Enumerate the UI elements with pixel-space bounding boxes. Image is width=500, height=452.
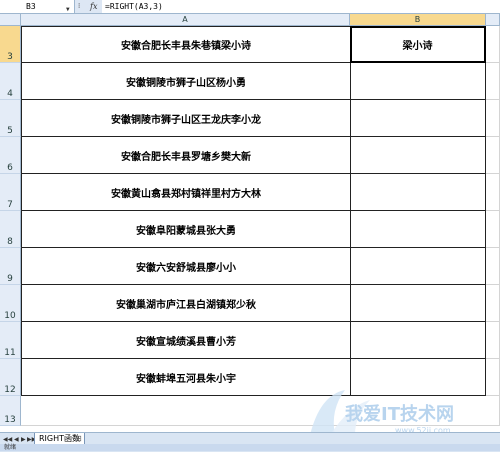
name-box-value: B3 xyxy=(26,2,36,11)
row-number: 10 xyxy=(4,311,16,321)
cell-c[interactable] xyxy=(486,248,500,285)
cell-a[interactable]: 安徽巢湖市庐江县白湖镇郑少秋 xyxy=(21,285,351,322)
row-number: 13 xyxy=(4,415,16,425)
row-number: 11 xyxy=(4,348,16,358)
cell-c[interactable] xyxy=(486,137,500,174)
row-number: 3 xyxy=(7,52,13,62)
formula-bar: B3 ▼ ⁞ fx =RIGHT(A3,3) xyxy=(0,0,500,14)
row-header[interactable]: 12 xyxy=(0,359,21,396)
row-number: 8 xyxy=(7,237,13,247)
name-box[interactable]: B3 ▼ xyxy=(0,0,75,13)
cell-b[interactable] xyxy=(350,359,486,396)
cell-a[interactable]: 安徽蚌埠五河县朱小宇 xyxy=(21,359,351,396)
row-number: 7 xyxy=(7,200,13,210)
row-number: 4 xyxy=(7,89,13,99)
formula-input[interactable]: =RIGHT(A3,3) xyxy=(102,0,500,13)
cell-a[interactable]: 安徽铜陵市狮子山区杨小勇 xyxy=(21,63,351,100)
cell-b[interactable] xyxy=(350,285,486,322)
insert-sheet-icon[interactable]: ⊞ xyxy=(75,434,82,443)
cell-a[interactable]: 安徽六安舒城县廖小小 xyxy=(21,248,351,285)
cell-b[interactable] xyxy=(350,211,486,248)
cell-b[interactable] xyxy=(350,248,486,285)
cell-c[interactable] xyxy=(486,285,500,322)
cell-b[interactable] xyxy=(350,322,486,359)
cell-c[interactable] xyxy=(486,359,500,396)
cell-b[interactable] xyxy=(350,63,486,100)
cell-c[interactable] xyxy=(486,63,500,100)
column-header-b[interactable]: B xyxy=(350,14,486,26)
row-header[interactable]: 4 xyxy=(0,63,21,100)
row-header[interactable]: 8 xyxy=(0,211,21,248)
column-header-c[interactable] xyxy=(486,14,500,26)
cell-c[interactable] xyxy=(486,322,500,359)
cell-a[interactable]: 安徽合肥长丰县朱巷镇梁小诗 xyxy=(21,26,351,63)
cell-b[interactable] xyxy=(350,100,486,137)
row-number: 12 xyxy=(4,385,16,395)
fx-icon[interactable]: fx xyxy=(90,0,97,13)
cell-c[interactable] xyxy=(486,174,500,211)
row-header[interactable]: 10 xyxy=(0,285,21,322)
row-number: 6 xyxy=(7,163,13,173)
row-header[interactable]: 9 xyxy=(0,248,21,285)
formula-controls-icon: ⁞ xyxy=(78,2,81,10)
prev-sheet-icon[interactable]: ◀ xyxy=(14,436,19,443)
cell-a[interactable]: 安徽铜陵市狮子山区王龙庆李小龙 xyxy=(21,100,351,137)
row-header[interactable]: 13 xyxy=(0,396,21,426)
active-cell-b[interactable]: 梁小诗 xyxy=(350,26,486,63)
row-header[interactable]: 6 xyxy=(0,137,21,174)
cell-b[interactable] xyxy=(350,174,486,211)
row-header[interactable]: 3 xyxy=(0,26,21,63)
cell-c[interactable] xyxy=(486,100,500,137)
cell-a[interactable]: 安徽宣城绩溪县曹小芳 xyxy=(21,322,351,359)
row-header[interactable]: 7 xyxy=(0,174,21,211)
row-number: 5 xyxy=(7,126,13,136)
select-all-corner[interactable] xyxy=(0,14,21,26)
row-header[interactable]: 11 xyxy=(0,322,21,359)
row-number: 9 xyxy=(7,274,13,284)
column-header-a[interactable]: A xyxy=(21,14,350,26)
cell-a[interactable]: 安徽合肥长丰县罗塘乡樊大新 xyxy=(21,137,351,174)
next-sheet-icon[interactable]: ▶ xyxy=(21,436,26,443)
first-sheet-icon[interactable]: ◀◀ xyxy=(3,436,12,443)
row-header[interactable]: 5 xyxy=(0,100,21,137)
cell-a[interactable]: 安徽黄山翕县郑村镇祥里村方大林 xyxy=(21,174,351,211)
cell-b[interactable] xyxy=(350,137,486,174)
empty-row[interactable] xyxy=(21,396,500,426)
cell-c[interactable] xyxy=(486,211,500,248)
status-bar: 就绪 xyxy=(0,444,500,451)
cell-c[interactable] xyxy=(486,26,500,63)
cell-a[interactable]: 安徽阜阳蒙城县张大勇 xyxy=(21,211,351,248)
cell-c[interactable] xyxy=(486,396,500,426)
